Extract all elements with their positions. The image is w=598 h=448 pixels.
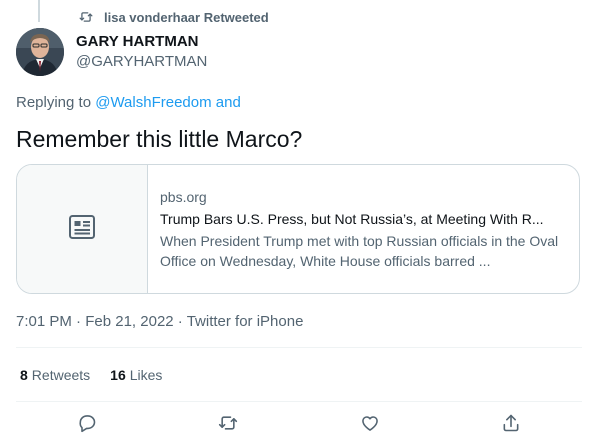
thread-connector-line — [38, 0, 40, 22]
tweet-metadata: 7:01 PM · Feb 21, 2022 · Twitter for iPh… — [16, 312, 303, 332]
retweets-stat[interactable]: 8 Retweets — [20, 366, 90, 384]
share-icon — [501, 413, 521, 438]
divider — [16, 401, 582, 402]
meta-separator: · — [71, 313, 86, 330]
replying-to: Replying to @WalshFreedom and — [16, 93, 241, 113]
tweet-time[interactable]: 7:01 PM — [16, 313, 72, 330]
author-info: GARY HARTMAN @GARYHARTMAN — [76, 32, 207, 72]
replying-prefix: Replying to — [16, 94, 96, 111]
article-icon — [68, 214, 96, 245]
like-button[interactable] — [357, 412, 383, 438]
reply-and-others-link[interactable]: and — [212, 94, 241, 111]
tweet-source[interactable]: Twitter for iPhone — [187, 313, 304, 330]
meta-separator: · — [173, 313, 187, 330]
retweet-context: lisa vonderhaar Retweeted — [78, 8, 269, 26]
action-bar — [16, 412, 582, 438]
reply-icon — [77, 413, 97, 438]
link-card-domain: pbs.org — [160, 189, 207, 205]
link-card-description: When President Trump met with top Russia… — [160, 233, 559, 269]
link-card-thumbnail — [17, 165, 148, 293]
tweet-date[interactable]: Feb 21, 2022 — [85, 313, 173, 330]
share-button[interactable] — [498, 412, 524, 438]
likes-count: 16 — [110, 367, 126, 383]
tweet-text: Remember this little Marco? — [16, 126, 303, 152]
retweet-context-text[interactable]: lisa vonderhaar Retweeted — [104, 10, 269, 25]
avatar[interactable] — [16, 28, 64, 76]
link-card-body: pbs.org Trump Bars U.S. Press, but Not R… — [148, 165, 579, 293]
link-card-title: Trump Bars U.S. Press, but Not Russia’s,… — [160, 211, 544, 227]
author-display-name[interactable]: GARY HARTMAN — [76, 32, 207, 52]
reply-button[interactable] — [74, 412, 100, 438]
reply-mention-link[interactable]: @WalshFreedom — [95, 94, 211, 111]
engagement-stats: 8 Retweets 16 Likes — [20, 366, 162, 384]
likes-stat[interactable]: 16 Likes — [110, 366, 162, 384]
retweet-icon — [78, 10, 94, 24]
divider — [16, 347, 582, 348]
retweet-button[interactable] — [215, 412, 241, 438]
like-icon — [360, 413, 380, 438]
retweets-label: Retweets — [31, 367, 91, 383]
retweets-count: 8 — [20, 367, 28, 383]
link-card[interactable]: pbs.org Trump Bars U.S. Press, but Not R… — [16, 164, 580, 294]
retweet-icon — [217, 413, 239, 438]
author-handle[interactable]: @GARYHARTMAN — [76, 52, 207, 72]
likes-label: Likes — [129, 367, 163, 383]
